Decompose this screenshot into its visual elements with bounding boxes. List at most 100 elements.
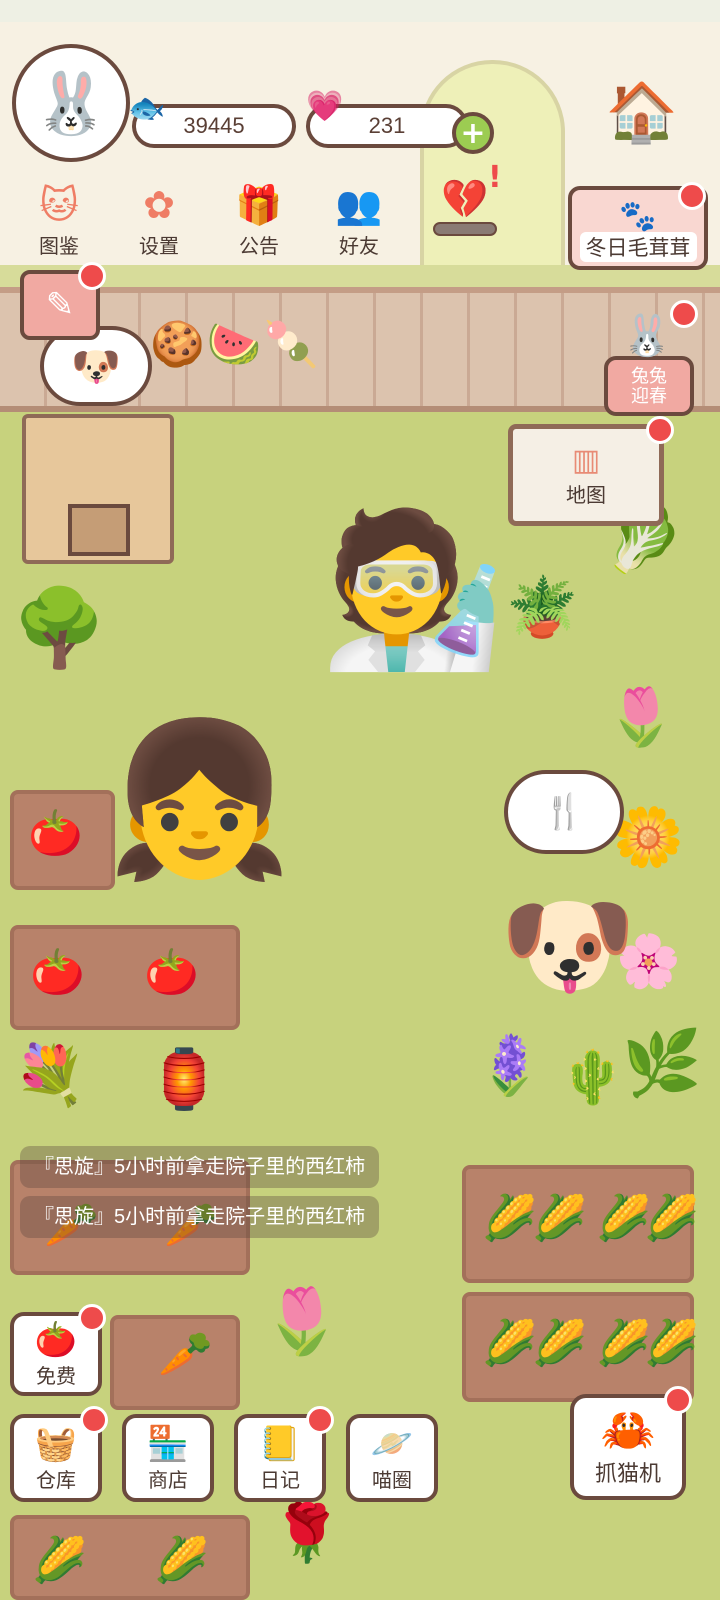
map-label: 地图: [566, 484, 606, 507]
birdhouse-lamp[interactable]: 🏮: [148, 1050, 220, 1108]
pencil-icon: ✎: [45, 285, 75, 325]
friends-icon: 👥: [335, 183, 383, 227]
spring-label-line1: 兔兔: [631, 366, 667, 386]
corn-icon: 🌽: [482, 1318, 537, 1369]
winter-fluffy-label: 冬日毛茸茸: [579, 232, 697, 262]
rose-bush[interactable]: 🌹: [272, 1506, 342, 1562]
blonde-character[interactable]: 🧑‍🔬: [318, 450, 508, 730]
menu-friends[interactable]: 👥 好友: [314, 182, 404, 272]
gift-icon: 🎁: [235, 183, 283, 227]
cactus-pot[interactable]: 🌵: [560, 1052, 625, 1104]
corn-plot[interactable]: 🌽 🌽: [10, 1515, 250, 1600]
tomato-plot[interactable]: 🍅 🍅: [10, 925, 240, 1030]
activity-notice-text: 『思旋』5小时前拿走院子里的西红柿: [34, 1156, 366, 1178]
hydrangea-flowers[interactable]: 💐: [14, 1046, 86, 1104]
menu-collection[interactable]: 🐱 图鉴: [14, 182, 104, 272]
tomato-plot[interactable]: 🍅: [10, 790, 115, 890]
corn-icon: 🌽: [596, 1318, 651, 1369]
watermelon-icon: 🍉: [206, 319, 264, 370]
top-band: [0, 0, 720, 22]
hunger-speech-bubble[interactable]: 🍴: [504, 770, 624, 854]
tomato-icon: 🍅: [30, 947, 85, 998]
paw-icon: 🐾: [619, 199, 657, 234]
notification-dot: [646, 416, 674, 444]
calla-lily-pot[interactable]: 🌷: [262, 1290, 342, 1354]
fish-icon: 🐟: [128, 91, 166, 126]
notification-dot: [678, 182, 706, 210]
claw-machine-label: 抓猫机: [594, 1461, 661, 1486]
shop-button[interactable]: 🏪 商店: [122, 1414, 214, 1502]
corn-icon: 🌽: [532, 1318, 587, 1369]
tulip-pot[interactable]: 🌷: [606, 690, 676, 746]
corn-plot[interactable]: 🌽 🌽 🌽 🌽: [462, 1292, 699, 1402]
corn-icon: 🌽: [32, 1535, 87, 1586]
tomato-icon: 🍅: [144, 947, 199, 998]
corn-icon: 🌽: [644, 1318, 699, 1369]
basket-icon: 🧺: [34, 1423, 78, 1464]
fence-icon: ▥: [571, 442, 601, 478]
tomato-icon: 🍅: [28, 808, 83, 859]
heart-value: 231: [368, 113, 406, 138]
corn-icon: 🌽: [482, 1193, 537, 1244]
carrot-icon: 🥕: [158, 1329, 213, 1380]
shop-icon: 🏪: [146, 1423, 190, 1464]
snake-plant-pot[interactable]: 🪴: [506, 578, 578, 636]
menu-announcement[interactable]: 🎁 公告: [214, 182, 304, 272]
notification-dot: [80, 1406, 108, 1434]
cutlery-icon: 🍴: [542, 792, 586, 832]
player-avatar[interactable]: 🐰: [12, 44, 130, 162]
gingerbread-icon: 🍪: [150, 319, 207, 370]
blue-hair-girl[interactable]: 👧: [106, 660, 293, 940]
corn-icon: 🌽: [532, 1193, 587, 1244]
menu-announcement-label: 公告: [239, 236, 279, 258]
tomato-free-icon: 🍅: [34, 1319, 78, 1360]
add-hearts-button[interactable]: +: [452, 112, 494, 154]
activity-notice: 『思旋』5小时前拿走院子里的西红柿: [20, 1146, 380, 1188]
menu-settings[interactable]: ✿ 设置: [114, 182, 204, 272]
avatar-bunny-icon: 🐰: [33, 68, 109, 139]
cat-bush-pot[interactable]: 🌿: [622, 1032, 702, 1096]
notebook-icon: 📒: [258, 1423, 302, 1464]
corn-icon: 🌽: [154, 1535, 209, 1586]
menu-settings-label: 设置: [139, 236, 179, 258]
bunny-icon: 🐰: [622, 313, 672, 359]
shop-label: 商店: [148, 1469, 188, 1492]
candied-hawthorn-icon: 🍡: [263, 319, 321, 370]
spring-label-line2: 迎春: [631, 386, 667, 406]
diary-label: 日记: [260, 1469, 300, 1492]
meow-circle-button[interactable]: 🪐 喵圈: [346, 1414, 438, 1502]
cat-planet-icon: 🪐: [370, 1423, 414, 1464]
event-progress-bar: [433, 222, 497, 236]
corn-icon: 🌽: [644, 1193, 699, 1244]
notification-dot: [670, 300, 698, 328]
dog-face-icon: 🐶: [71, 343, 121, 390]
notification-dot: [664, 1386, 692, 1414]
notification-dot: [306, 1406, 334, 1434]
bunny-spring-event[interactable]: 兔兔 迎春: [604, 356, 694, 416]
gear-icon: ✿: [143, 183, 175, 227]
box-window: [68, 504, 130, 556]
free-label: 免费: [36, 1365, 76, 1388]
warehouse-label: 仓库: [36, 1469, 76, 1492]
meow-circle-label: 喵圈: [372, 1469, 412, 1492]
claw-icon: 🦀: [600, 1405, 656, 1456]
corn-icon: 🌽: [596, 1193, 651, 1244]
alert-icon: !: [488, 160, 502, 195]
carrot-plot[interactable]: 🥕: [110, 1315, 240, 1410]
activity-notice: 『思旋』5小时前拿走院子里的西红柿: [20, 1196, 380, 1238]
cat-book-icon: 🐱: [39, 183, 79, 227]
map-sign[interactable]: ▥ 地图: [508, 424, 664, 526]
fish-coin-value: 39445: [183, 113, 245, 138]
heart-icon: 💗: [306, 89, 344, 124]
menu-collection-label: 图鉴: [39, 236, 79, 258]
corn-plot[interactable]: 🌽 🌽 🌽 🌽: [462, 1165, 699, 1283]
mailbox-icon[interactable]: 🏠: [606, 64, 678, 160]
topiary-tree[interactable]: 🌳: [12, 590, 107, 666]
pug-dog[interactable]: 🐶: [488, 880, 648, 1010]
notification-dot: [78, 1304, 106, 1332]
broken-heart-icon: 💔: [441, 177, 489, 221]
activity-notice-text: 『思旋』5小时前拿走院子里的西红柿: [34, 1206, 366, 1228]
food-table[interactable]: 🍪🍉🍡: [150, 318, 380, 398]
delivery-box[interactable]: [22, 414, 174, 564]
hyacinth-pot[interactable]: 🪻: [474, 1036, 546, 1094]
